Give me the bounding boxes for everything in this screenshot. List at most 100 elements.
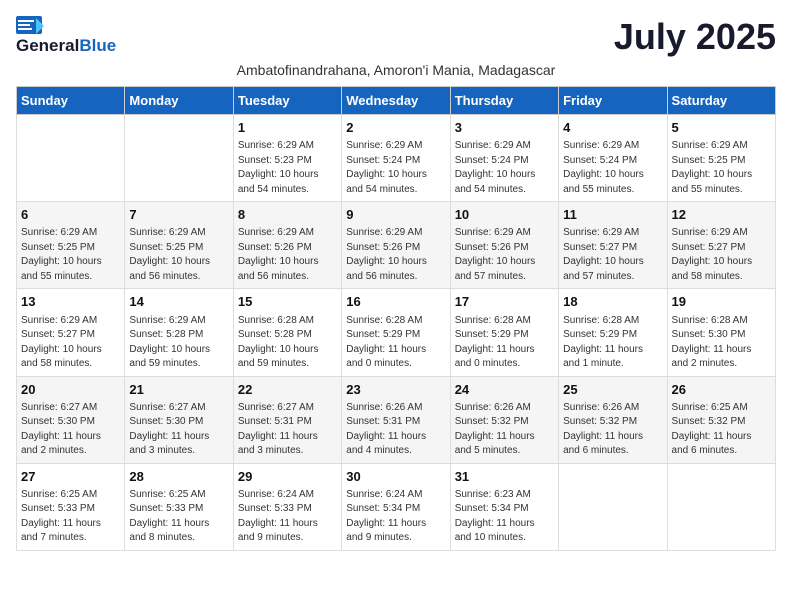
day-number: 22 bbox=[238, 381, 337, 399]
calendar-cell: 23 Sunrise: 6:26 AM Sunset: 5:31 PM Dayli… bbox=[342, 376, 450, 463]
calendar-cell: 21Sunrise: 6:27 AM Sunset: 5:30 PM Dayli… bbox=[125, 376, 233, 463]
calendar-cell: 1 Sunrise: 6:29 AM Sunset: 5:23 PM Daylig… bbox=[233, 115, 341, 202]
calendar-cell: 3 Sunrise: 6:29 AM Sunset: 5:24 PM Daylig… bbox=[450, 115, 558, 202]
weekday-header: Thursday bbox=[450, 87, 558, 115]
subtitle: Ambatofinandrahana, Amoron'i Mania, Mada… bbox=[16, 62, 776, 78]
calendar-cell: 30 Sunrise: 6:24 AM Sunset: 5:34 PM Dayli… bbox=[342, 463, 450, 550]
day-info: Sunrise: 6:29 AM Sunset: 5:26 PM Dayligh… bbox=[455, 226, 554, 284]
calendar-cell: 28 Sunrise: 6:25 AM Sunset: 5:33 PM Dayli… bbox=[125, 463, 233, 550]
weekday-header: Saturday bbox=[667, 87, 775, 115]
day-number: 19 bbox=[672, 293, 771, 311]
day-number: 20 bbox=[21, 381, 120, 399]
day-info: Sunrise: 6:28 AM Sunset: 5:29 PM Dayligh… bbox=[455, 314, 554, 372]
calendar-cell: 2 Sunrise: 6:29 AM Sunset: 5:24 PM Daylig… bbox=[342, 115, 450, 202]
day-number: 26 bbox=[672, 381, 771, 399]
weekday-header: Tuesday bbox=[233, 87, 341, 115]
day-number: 11 bbox=[563, 206, 662, 224]
day-number: 27 bbox=[21, 468, 120, 486]
day-number: 2 bbox=[346, 119, 445, 137]
day-info: Sunrise: 6:27 AM Sunset: 5:30 PM Dayligh… bbox=[129, 401, 228, 459]
calendar-cell: 27 Sunrise: 6:25 AM Sunset: 5:33 PM Dayli… bbox=[17, 463, 125, 550]
day-info: Sunrise: 6:29 AM Sunset: 5:25 PM Dayligh… bbox=[21, 226, 120, 284]
day-info: Sunrise: 6:24 AM Sunset: 5:34 PM Dayligh… bbox=[346, 488, 445, 546]
calendar-cell: 13 Sunrise: 6:29 AM Sunset: 5:27 PM Dayli… bbox=[17, 289, 125, 376]
day-number: 28 bbox=[129, 468, 228, 486]
calendar-cell: 10 Sunrise: 6:29 AM Sunset: 5:26 PM Dayli… bbox=[450, 202, 558, 289]
day-info: Sunrise: 6:29 AM Sunset: 5:24 PM Dayligh… bbox=[455, 139, 554, 197]
day-info: Sunrise: 6:28 AM Sunset: 5:28 PM Dayligh… bbox=[238, 314, 337, 372]
logo: General Blue bbox=[16, 16, 116, 56]
weekday-header: Monday bbox=[125, 87, 233, 115]
calendar-cell: 8Sunrise: 6:29 AM Sunset: 5:26 PM Daylig… bbox=[233, 202, 341, 289]
day-number: 9 bbox=[346, 206, 445, 224]
day-number: 17 bbox=[455, 293, 554, 311]
day-info: Sunrise: 6:29 AM Sunset: 5:26 PM Dayligh… bbox=[346, 226, 445, 284]
day-info: Sunrise: 6:27 AM Sunset: 5:31 PM Dayligh… bbox=[238, 401, 337, 459]
calendar-cell bbox=[667, 463, 775, 550]
day-number: 6 bbox=[21, 206, 120, 224]
month-title: July 2025 bbox=[614, 16, 776, 58]
day-number: 3 bbox=[455, 119, 554, 137]
day-number: 31 bbox=[455, 468, 554, 486]
day-info: Sunrise: 6:29 AM Sunset: 5:24 PM Dayligh… bbox=[346, 139, 445, 197]
day-info: Sunrise: 6:28 AM Sunset: 5:30 PM Dayligh… bbox=[672, 314, 771, 372]
day-number: 12 bbox=[672, 206, 771, 224]
day-info: Sunrise: 6:29 AM Sunset: 5:25 PM Dayligh… bbox=[129, 226, 228, 284]
day-info: Sunrise: 6:29 AM Sunset: 5:23 PM Dayligh… bbox=[238, 139, 337, 197]
calendar-cell bbox=[125, 115, 233, 202]
day-number: 5 bbox=[672, 119, 771, 137]
calendar-cell: 15Sunrise: 6:28 AM Sunset: 5:28 PM Dayli… bbox=[233, 289, 341, 376]
calendar-cell: 18 Sunrise: 6:28 AM Sunset: 5:29 PM Dayli… bbox=[559, 289, 667, 376]
day-info: Sunrise: 6:25 AM Sunset: 5:33 PM Dayligh… bbox=[129, 488, 228, 546]
calendar-cell bbox=[17, 115, 125, 202]
day-number: 24 bbox=[455, 381, 554, 399]
calendar-cell: 29 Sunrise: 6:24 AM Sunset: 5:33 PM Dayli… bbox=[233, 463, 341, 550]
day-number: 4 bbox=[563, 119, 662, 137]
day-info: Sunrise: 6:28 AM Sunset: 5:29 PM Dayligh… bbox=[563, 314, 662, 372]
day-info: Sunrise: 6:27 AM Sunset: 5:30 PM Dayligh… bbox=[21, 401, 120, 459]
calendar-cell: 31 Sunrise: 6:23 AM Sunset: 5:34 PM Dayli… bbox=[450, 463, 558, 550]
calendar-cell: 6 Sunrise: 6:29 AM Sunset: 5:25 PM Daylig… bbox=[17, 202, 125, 289]
calendar-cell: 12 Sunrise: 6:29 AM Sunset: 5:27 PM Dayli… bbox=[667, 202, 775, 289]
day-number: 1 bbox=[238, 119, 337, 137]
day-number: 23 bbox=[346, 381, 445, 399]
day-number: 14 bbox=[129, 293, 228, 311]
day-info: Sunrise: 6:25 AM Sunset: 5:33 PM Dayligh… bbox=[21, 488, 120, 546]
day-number: 18 bbox=[563, 293, 662, 311]
calendar-cell: 5 Sunrise: 6:29 AM Sunset: 5:25 PM Daylig… bbox=[667, 115, 775, 202]
day-number: 13 bbox=[21, 293, 120, 311]
logo-blue: Blue bbox=[79, 36, 116, 56]
calendar-cell: 17 Sunrise: 6:28 AM Sunset: 5:29 PM Dayli… bbox=[450, 289, 558, 376]
day-number: 10 bbox=[455, 206, 554, 224]
day-info: Sunrise: 6:29 AM Sunset: 5:25 PM Dayligh… bbox=[672, 139, 771, 197]
day-number: 8 bbox=[238, 206, 337, 224]
calendar-cell: 16Sunrise: 6:28 AM Sunset: 5:29 PM Dayli… bbox=[342, 289, 450, 376]
day-number: 29 bbox=[238, 468, 337, 486]
day-info: Sunrise: 6:24 AM Sunset: 5:33 PM Dayligh… bbox=[238, 488, 337, 546]
weekday-header: Friday bbox=[559, 87, 667, 115]
day-info: Sunrise: 6:29 AM Sunset: 5:24 PM Dayligh… bbox=[563, 139, 662, 197]
day-info: Sunrise: 6:26 AM Sunset: 5:32 PM Dayligh… bbox=[563, 401, 662, 459]
weekday-header: Sunday bbox=[17, 87, 125, 115]
weekday-header: Wednesday bbox=[342, 87, 450, 115]
day-number: 7 bbox=[129, 206, 228, 224]
day-info: Sunrise: 6:28 AM Sunset: 5:29 PM Dayligh… bbox=[346, 314, 445, 372]
calendar-cell: 9 Sunrise: 6:29 AM Sunset: 5:26 PM Daylig… bbox=[342, 202, 450, 289]
day-info: Sunrise: 6:23 AM Sunset: 5:34 PM Dayligh… bbox=[455, 488, 554, 546]
calendar-cell: 19 Sunrise: 6:28 AM Sunset: 5:30 PM Dayli… bbox=[667, 289, 775, 376]
day-info: Sunrise: 6:29 AM Sunset: 5:27 PM Dayligh… bbox=[672, 226, 771, 284]
calendar-cell: 4 Sunrise: 6:29 AM Sunset: 5:24 PM Daylig… bbox=[559, 115, 667, 202]
logo-general: General bbox=[16, 36, 79, 56]
calendar-cell: 22 Sunrise: 6:27 AM Sunset: 5:31 PM Dayli… bbox=[233, 376, 341, 463]
day-info: Sunrise: 6:26 AM Sunset: 5:31 PM Dayligh… bbox=[346, 401, 445, 459]
day-info: Sunrise: 6:29 AM Sunset: 5:27 PM Dayligh… bbox=[21, 314, 120, 372]
day-info: Sunrise: 6:25 AM Sunset: 5:32 PM Dayligh… bbox=[672, 401, 771, 459]
calendar-cell: 7 Sunrise: 6:29 AM Sunset: 5:25 PM Daylig… bbox=[125, 202, 233, 289]
day-number: 30 bbox=[346, 468, 445, 486]
calendar-cell: 14Sunrise: 6:29 AM Sunset: 5:28 PM Dayli… bbox=[125, 289, 233, 376]
calendar-cell: 26 Sunrise: 6:25 AM Sunset: 5:32 PM Dayli… bbox=[667, 376, 775, 463]
calendar-cell: 25 Sunrise: 6:26 AM Sunset: 5:32 PM Dayli… bbox=[559, 376, 667, 463]
calendar-cell: 24 Sunrise: 6:26 AM Sunset: 5:32 PM Dayli… bbox=[450, 376, 558, 463]
day-number: 25 bbox=[563, 381, 662, 399]
day-info: Sunrise: 6:26 AM Sunset: 5:32 PM Dayligh… bbox=[455, 401, 554, 459]
